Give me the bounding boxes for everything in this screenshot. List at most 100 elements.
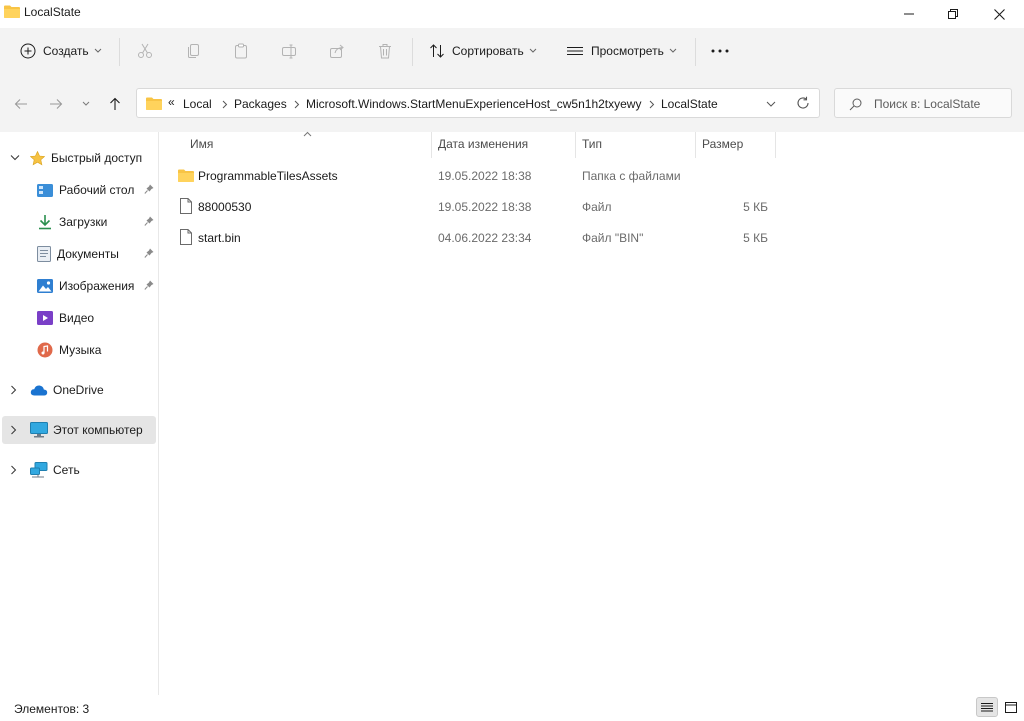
pane-divider[interactable] <box>158 132 159 695</box>
breadcrumb-item[interactable]: Packages <box>234 97 287 111</box>
breadcrumb-item[interactable]: LocalState <box>661 97 718 111</box>
file-type: Файл "BIN" <box>582 231 644 245</box>
column-divider[interactable] <box>431 132 432 158</box>
view-label: Просмотреть <box>591 44 664 58</box>
sort-label: Сортировать <box>452 44 524 58</box>
toolbar-separator <box>695 38 696 66</box>
clipboard-icon <box>235 43 247 59</box>
column-header-size[interactable]: Размер <box>702 137 743 151</box>
recent-locations-button[interactable] <box>76 94 96 114</box>
chevron-right-icon <box>11 385 17 395</box>
trash-icon <box>379 44 391 59</box>
delete-button[interactable] <box>377 36 393 66</box>
file-type: Файл <box>582 200 612 214</box>
music-icon <box>37 342 53 358</box>
list-view-icon <box>567 47 583 55</box>
column-headers: Имя Дата изменения Тип Размер <box>159 131 1024 158</box>
search-box[interactable]: Поиск в: LocalState <box>834 88 1012 118</box>
close-icon <box>993 8 1005 20</box>
file-size: 5 КБ <box>743 231 768 245</box>
status-bar: Элементов: 3 <box>0 695 1024 721</box>
tiles-view-button[interactable] <box>1000 697 1022 717</box>
sidebar-item-label: Сеть <box>53 463 80 477</box>
more-options-button[interactable] <box>710 36 730 66</box>
chevron-down-icon[interactable] <box>766 101 776 107</box>
sidebar-item-network[interactable]: Сеть <box>2 456 156 484</box>
download-icon <box>39 215 51 230</box>
sidebar-item-documents[interactable]: Документы <box>2 240 156 268</box>
table-row[interactable]: ProgrammableTilesAssets 19.05.2022 18:38… <box>172 162 782 190</box>
column-header-date[interactable]: Дата изменения <box>438 137 528 151</box>
file-name: ProgrammableTilesAssets <box>198 169 338 183</box>
pin-icon[interactable] <box>144 184 154 195</box>
breadcrumb-item[interactable]: Local <box>183 97 212 111</box>
chevron-down-icon <box>94 48 101 53</box>
maximize-button[interactable] <box>930 0 976 28</box>
chevron-down-icon <box>669 48 677 53</box>
pin-icon[interactable] <box>144 280 154 291</box>
chevron-right-icon <box>11 465 17 475</box>
sidebar-item-this-pc[interactable]: Этот компьютер <box>2 416 156 444</box>
item-count: Элементов: 3 <box>14 702 90 716</box>
sidebar-item-videos[interactable]: Видео <box>2 304 156 332</box>
star-icon <box>30 150 45 165</box>
back-button[interactable] <box>11 94 31 114</box>
file-type: Папка с файлами <box>582 169 681 183</box>
sort-button[interactable]: Сортировать <box>429 36 537 66</box>
breadcrumb-overflow[interactable]: « <box>168 95 175 109</box>
sidebar-item-label: Быстрый доступ <box>51 151 143 165</box>
minimize-button[interactable] <box>886 0 932 28</box>
sidebar-item-desktop[interactable]: Рабочий стол <box>2 176 156 204</box>
folder-icon <box>178 169 194 182</box>
toolbar-separator <box>119 38 120 66</box>
column-header-name[interactable]: Имя <box>190 137 213 151</box>
sidebar-item-downloads[interactable]: Загрузки <box>2 208 156 236</box>
details-view-button[interactable] <box>976 697 998 717</box>
column-divider[interactable] <box>775 132 776 158</box>
column-divider[interactable] <box>575 132 576 158</box>
tiles-view-icon <box>1005 701 1017 713</box>
sidebar-item-quick-access[interactable]: Быстрый доступ <box>2 144 156 172</box>
pin-icon[interactable] <box>144 216 154 227</box>
pin-icon[interactable] <box>144 248 154 259</box>
address-bar[interactable]: « Local Packages Microsoft.Windows.Start… <box>136 88 820 118</box>
chevron-down-icon <box>529 48 537 53</box>
title-bar: LocalState <box>0 0 1024 28</box>
copy-button[interactable] <box>186 36 202 66</box>
column-divider[interactable] <box>695 132 696 158</box>
rename-button[interactable] <box>281 36 297 66</box>
forward-button[interactable] <box>46 94 66 114</box>
network-icon <box>30 462 48 478</box>
sidebar-item-onedrive[interactable]: OneDrive <box>2 376 156 404</box>
copy-icon <box>188 44 199 58</box>
up-button[interactable] <box>105 94 125 114</box>
file-date: 19.05.2022 18:38 <box>438 169 532 183</box>
share-button[interactable] <box>329 36 345 66</box>
sidebar-item-label: Загрузки <box>59 215 108 229</box>
folder-icon <box>4 5 20 18</box>
new-button[interactable]: Создать <box>20 36 102 66</box>
search-icon <box>849 98 862 111</box>
paste-button[interactable] <box>233 36 249 66</box>
sort-ascending-icon <box>303 131 312 137</box>
file-date: 19.05.2022 18:38 <box>438 200 532 214</box>
sidebar-item-label: Этот компьютер <box>53 423 143 437</box>
chevron-right-icon <box>11 425 17 435</box>
video-icon <box>37 311 53 325</box>
new-label: Создать <box>43 44 89 58</box>
sidebar-item-pictures[interactable]: Изображения <box>2 272 156 300</box>
refresh-icon[interactable] <box>796 96 810 110</box>
table-row[interactable]: 88000530 19.05.2022 18:38 Файл 5 КБ <box>172 193 782 221</box>
arrow-right-icon <box>50 99 63 109</box>
cut-button[interactable] <box>137 36 153 66</box>
breadcrumb-item[interactable]: Microsoft.Windows.StartMenuExperienceHos… <box>306 97 641 111</box>
column-header-type[interactable]: Тип <box>582 137 602 151</box>
window-title: LocalState <box>24 5 81 19</box>
view-button[interactable]: Просмотреть <box>566 36 677 66</box>
sidebar-item-music[interactable]: Музыка <box>2 336 156 364</box>
navigation-pane: Быстрый доступ Рабочий стол Загрузки Док… <box>0 132 158 695</box>
table-row[interactable]: start.bin 04.06.2022 23:34 Файл "BIN" 5 … <box>172 224 782 252</box>
close-button[interactable] <box>976 0 1022 28</box>
arrow-up-icon <box>110 97 120 110</box>
computer-icon <box>30 422 48 438</box>
